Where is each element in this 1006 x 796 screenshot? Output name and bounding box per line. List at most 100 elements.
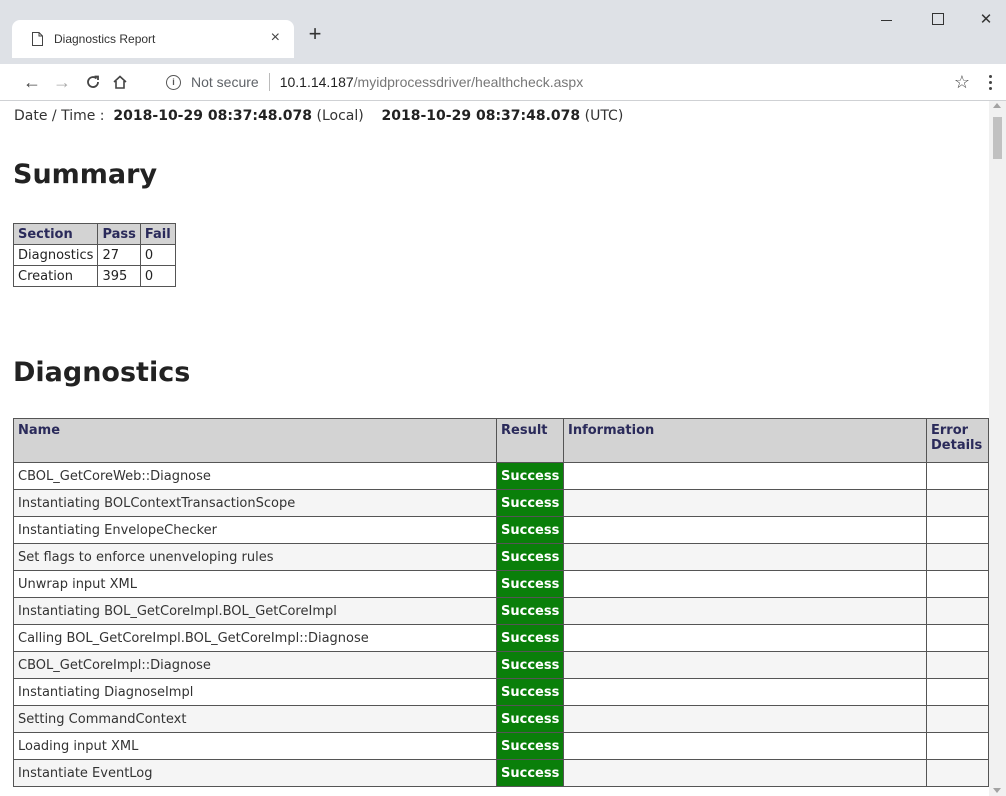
diag-error-cell: [926, 759, 989, 787]
diag-col-result: Result: [496, 418, 564, 463]
diagnostics-table: Name Result Information Error Details CB…: [13, 418, 989, 787]
table-row: Instantiating EnvelopeChecker Success: [13, 516, 989, 544]
security-label: Not secure: [191, 74, 259, 90]
table-row: Unwrap input XML Success: [13, 570, 989, 598]
tab-close-icon[interactable]: ×: [271, 29, 280, 47]
maximize-icon: [932, 13, 944, 25]
close-window-button[interactable]: ✕: [966, 6, 1006, 32]
diag-error-cell: [926, 597, 989, 625]
menu-dot-icon: [988, 80, 992, 84]
diag-info-cell: [563, 516, 927, 544]
scroll-thumb[interactable]: [993, 117, 1002, 159]
table-row: Loading input XML Success: [13, 732, 989, 760]
browser-toolbar: ← → i Not secure 10.1.14.187 /myidproces…: [0, 64, 1006, 101]
menu-dot-icon: [988, 74, 992, 78]
address-bar[interactable]: i Not secure 10.1.14.187 /myidprocessdri…: [166, 70, 926, 94]
star-icon: ☆: [953, 71, 971, 92]
home-icon: [113, 75, 127, 89]
table-row: Setting CommandContext Success: [13, 705, 989, 733]
diag-info-cell: [563, 597, 927, 625]
diag-result-cell: Success: [496, 570, 564, 598]
diag-info-cell: [563, 759, 927, 787]
diag-info-cell: [563, 489, 927, 517]
reload-button[interactable]: [81, 70, 105, 94]
diag-info-cell: [563, 462, 927, 490]
summary-row-diagnostics: Diagnostics 27 0: [12, 244, 176, 266]
url-host: 10.1.14.187: [279, 74, 354, 90]
summary-col-pass: Pass: [97, 223, 141, 245]
diag-error-cell: [926, 543, 989, 571]
table-row: CBOL_GetCoreImpl::Diagnose Success: [13, 651, 989, 679]
bookmark-button[interactable]: ☆: [950, 70, 974, 94]
diag-result-cell: Success: [496, 732, 564, 760]
diag-error-cell: [926, 705, 989, 733]
diag-result-cell: Success: [496, 489, 564, 517]
table-row: Calling BOL_GetCoreImpl.BOL_GetCoreImpl:…: [13, 624, 989, 652]
diag-info-cell: [563, 678, 927, 706]
diag-result-cell: Success: [496, 597, 564, 625]
summary-cell: 0: [139, 244, 176, 266]
table-row: Set flags to enforce unenveloping rules S…: [13, 543, 989, 571]
summary-cell: 27: [97, 244, 141, 266]
browser-menu-button[interactable]: [982, 70, 998, 94]
diag-name-cell: Instantiating DiagnoseImpl: [13, 678, 497, 706]
summary-table: Section Pass Fail Diagnostics 27 0 Creat…: [12, 223, 176, 287]
scroll-up-arrow-icon[interactable]: [993, 103, 1001, 108]
summary-cell: 0: [139, 265, 176, 287]
diag-name-cell: Set flags to enforce unenveloping rules: [13, 543, 497, 571]
minimize-button[interactable]: [866, 6, 906, 32]
diag-info-cell: [563, 570, 927, 598]
diagnostics-table-body: CBOL_GetCoreWeb::Diagnose Success Instanti…: [13, 462, 989, 787]
diag-name-cell: Instantiating EnvelopeChecker: [13, 516, 497, 544]
diag-info-cell: [563, 624, 927, 652]
utc-suffix: (UTC): [584, 108, 624, 124]
tab-diagnostics-report[interactable]: Diagnostics Report ×: [12, 20, 294, 58]
scroll-down-arrow-icon[interactable]: [993, 788, 1001, 793]
address-separator: [268, 73, 270, 91]
diag-result-cell: Success: [496, 462, 564, 490]
summary-col-section: Section: [12, 223, 99, 245]
datetime-line: Date / Time : 2018-10-29 08:37:48.078 (L…: [14, 108, 623, 124]
diag-result-cell: Success: [496, 543, 564, 571]
diag-result-cell: Success: [496, 516, 564, 544]
table-row: Instantiating DiagnoseImpl Success: [13, 678, 989, 706]
table-row: Instantiating BOL_GetCoreImpl.BOL_GetCor…: [13, 597, 989, 625]
back-button[interactable]: ←: [20, 70, 44, 94]
diag-result-cell: Success: [496, 705, 564, 733]
tab-title: Diagnostics Report: [54, 32, 156, 46]
diag-name-cell: Setting CommandContext: [13, 705, 497, 733]
table-row: Instantiating BOLContextTransactionScope…: [13, 489, 989, 517]
summary-cell: Diagnostics: [12, 244, 99, 266]
url-path: /myidprocessdriver/healthcheck.aspx: [353, 74, 584, 90]
diag-error-cell: [926, 489, 989, 517]
maximize-button[interactable]: [918, 6, 958, 32]
diag-col-error-details: Error Details: [926, 418, 989, 463]
page-viewport: Date / Time : 2018-10-29 08:37:48.078 (L…: [0, 101, 989, 796]
diag-info-cell: [563, 651, 927, 679]
new-tab-button[interactable]: +: [304, 23, 326, 46]
forward-button[interactable]: →: [50, 70, 74, 94]
diagnostics-heading: Diagnostics: [13, 357, 191, 388]
browser-titlebar: Diagnostics Report × + ✕: [0, 0, 1006, 64]
page-scrollbar[interactable]: [989, 101, 1006, 796]
diag-name-cell: Instantiating BOL_GetCoreImpl.BOL_GetCor…: [13, 597, 497, 625]
close-icon: ✕: [979, 10, 993, 28]
table-row: Instantiate EventLog Success: [13, 759, 989, 787]
diagnostics-header-row: Name Result Information Error Details: [13, 418, 989, 463]
diag-name-cell: Calling BOL_GetCoreImpl.BOL_GetCoreImpl:…: [13, 624, 497, 652]
diag-result-cell: Success: [496, 678, 564, 706]
forward-arrow-icon: →: [53, 71, 71, 92]
summary-cell: Creation: [12, 265, 99, 287]
diag-info-cell: [563, 732, 927, 760]
utc-datetime-value: 2018-10-29 08:37:48.078: [381, 108, 581, 124]
info-icon[interactable]: i: [166, 74, 181, 90]
diag-error-cell: [926, 516, 989, 544]
summary-col-fail: Fail: [139, 223, 176, 245]
table-row: CBOL_GetCoreWeb::Diagnose Success: [13, 462, 989, 490]
back-arrow-icon: ←: [23, 71, 41, 92]
diag-name-cell: CBOL_GetCoreWeb::Diagnose: [13, 462, 497, 490]
home-button[interactable]: [108, 70, 132, 94]
diag-name-cell: Loading input XML: [13, 732, 497, 760]
diag-error-cell: [926, 624, 989, 652]
diag-error-cell: [926, 570, 989, 598]
